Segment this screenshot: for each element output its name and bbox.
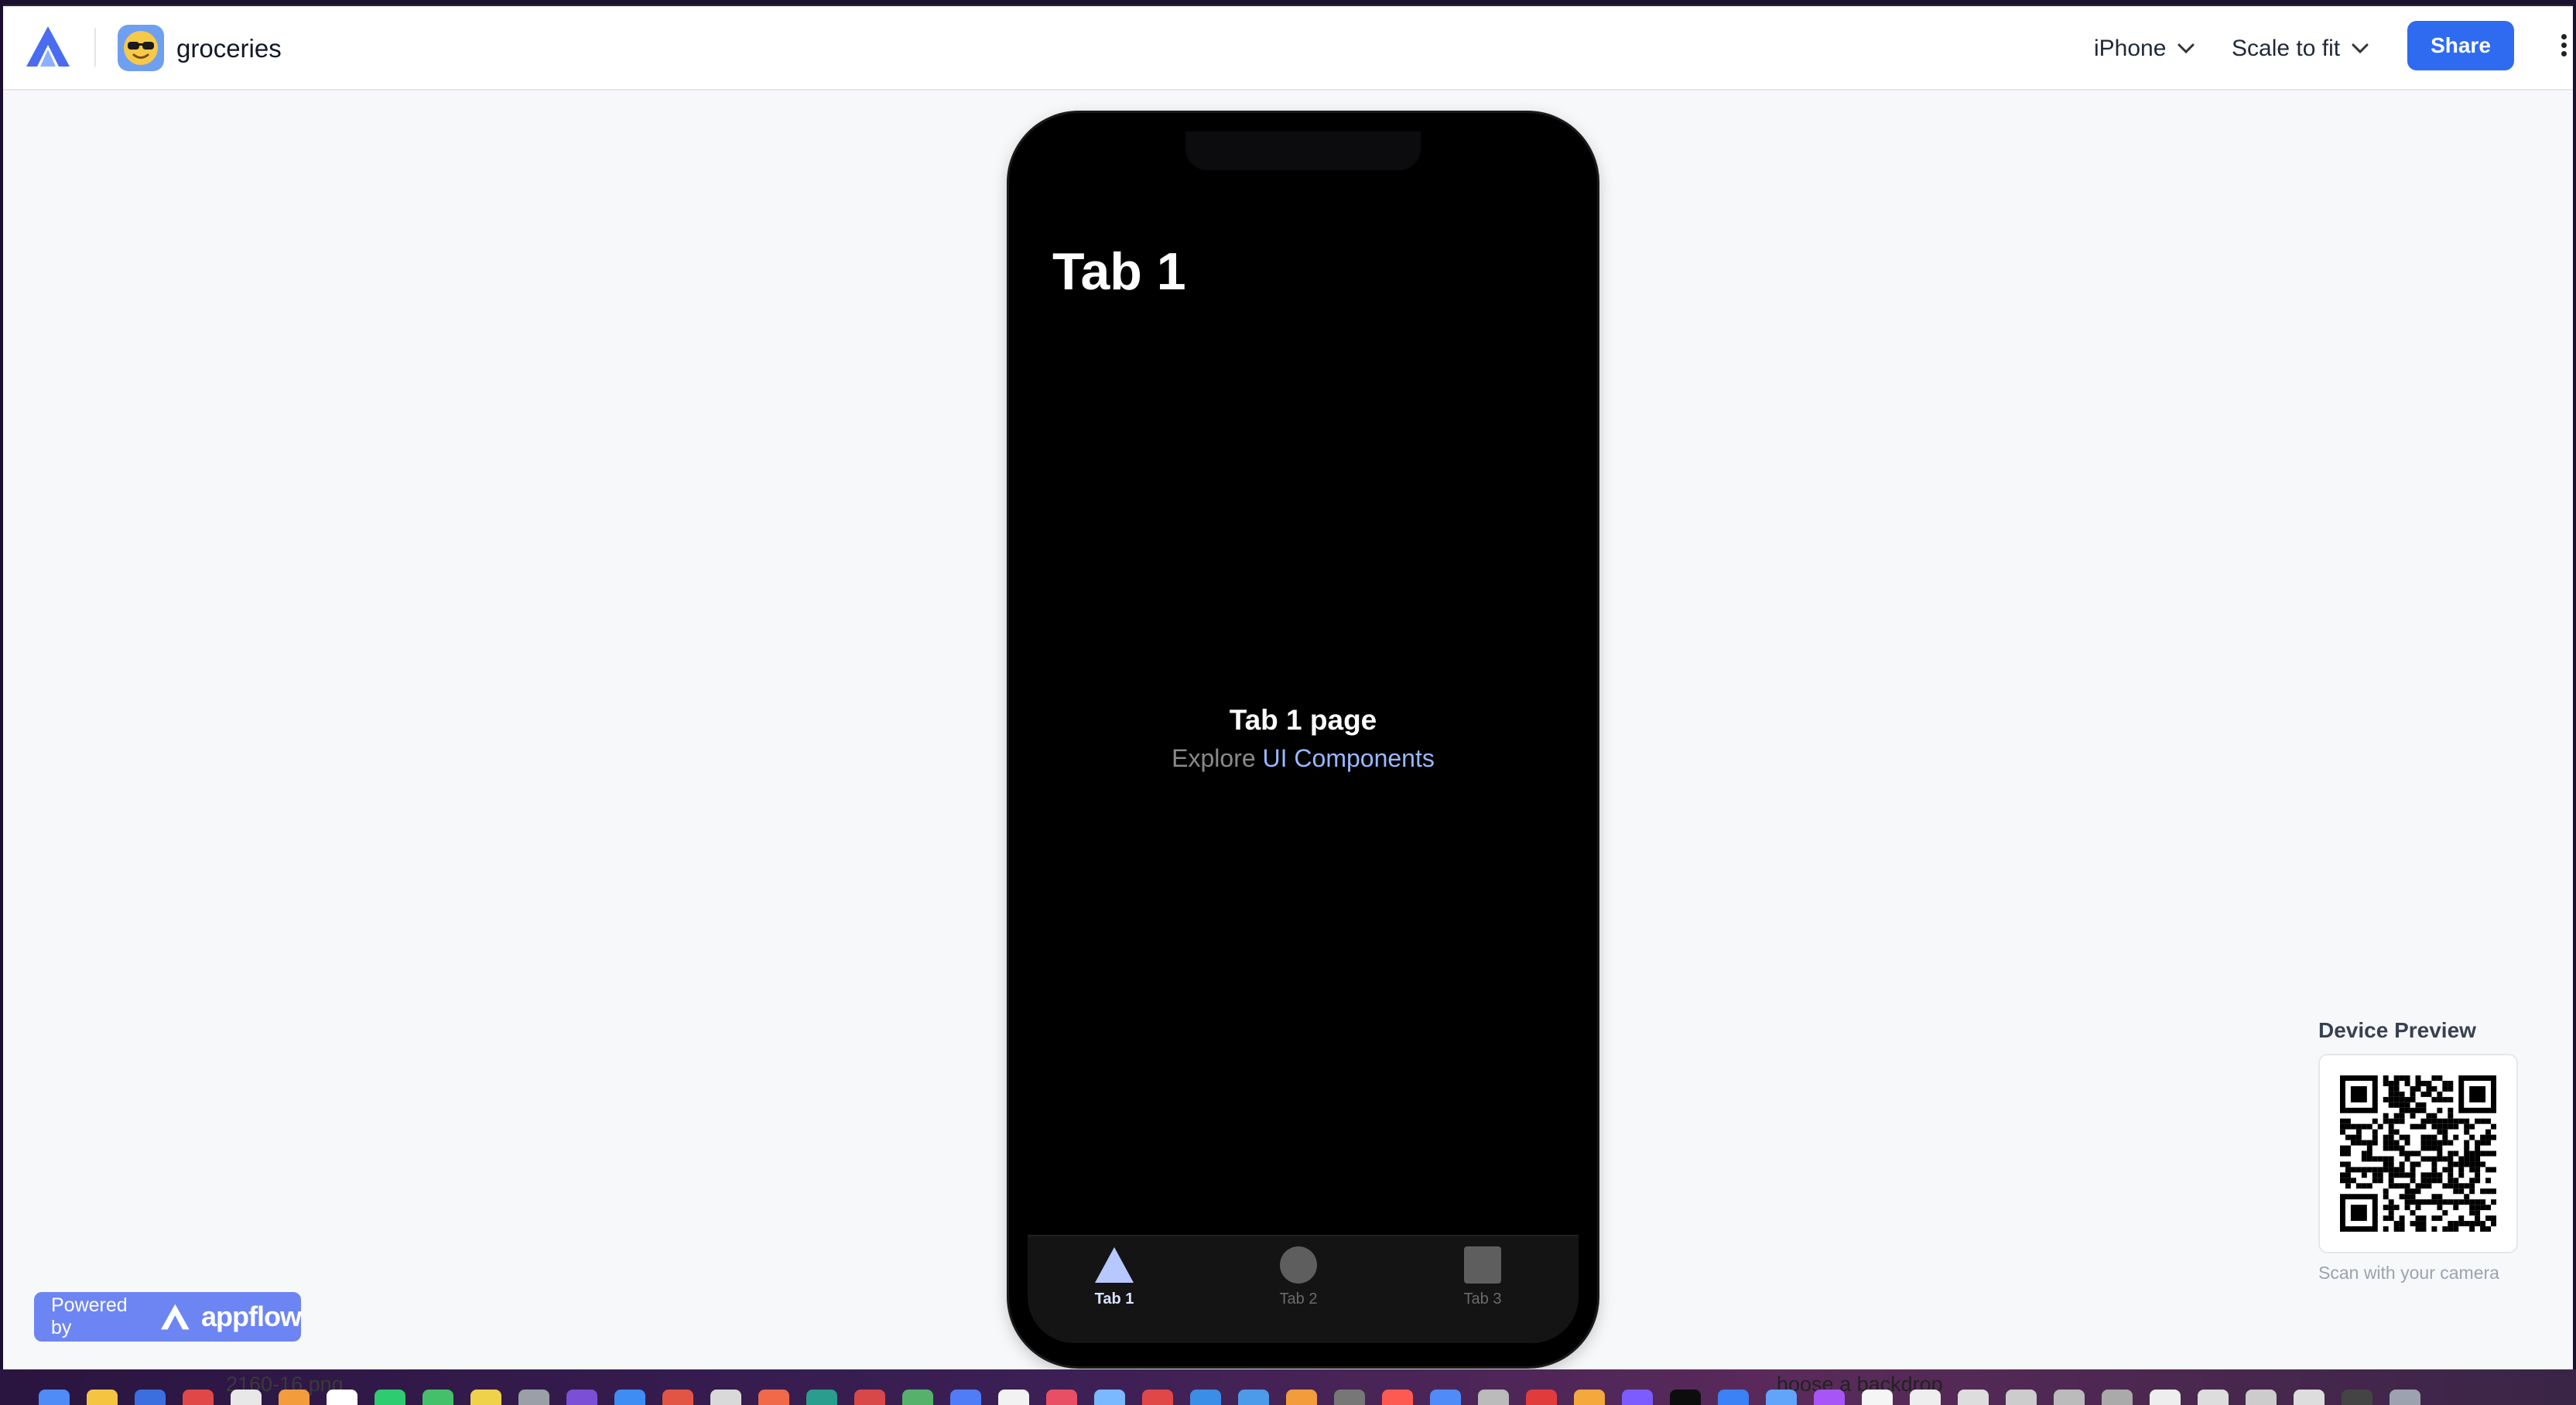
dock-app-icon[interactable] bbox=[806, 1390, 837, 1405]
dock-app-icon[interactable] bbox=[183, 1390, 214, 1405]
dock-app-icon[interactable] bbox=[39, 1390, 70, 1405]
dock-app-icon[interactable] bbox=[998, 1390, 1029, 1405]
dock-app-icon[interactable] bbox=[950, 1390, 981, 1405]
dock-app-icon[interactable] bbox=[518, 1390, 549, 1405]
dock-app-icon[interactable] bbox=[375, 1390, 405, 1405]
circle-icon bbox=[1280, 1246, 1317, 1284]
powered-by-badge[interactable]: Powered by appflow bbox=[34, 1292, 302, 1342]
dock-strip: 2160-16.png hoose a backdrop bbox=[0, 1369, 2576, 1405]
powered-by-prefix: Powered by bbox=[51, 1294, 128, 1338]
dock-app-icon[interactable] bbox=[566, 1390, 597, 1405]
screen-title: Tab 1 bbox=[1052, 242, 1186, 301]
dock-app-icon[interactable] bbox=[1910, 1390, 1941, 1405]
device-preview-caption: Scan with your camera bbox=[2318, 1263, 2499, 1283]
qr-code-icon bbox=[2340, 1075, 2496, 1232]
dock-app-icon[interactable] bbox=[1622, 1390, 1653, 1405]
dock-app-icon[interactable] bbox=[662, 1390, 693, 1405]
dock-app-icon[interactable] bbox=[614, 1390, 645, 1405]
dock-app-icon[interactable] bbox=[1958, 1390, 1989, 1405]
dock-app-icon[interactable] bbox=[1238, 1390, 1269, 1405]
dock-app-icon[interactable] bbox=[1190, 1390, 1221, 1405]
dock-app-icon[interactable] bbox=[1334, 1390, 1365, 1405]
more-options-icon[interactable] bbox=[2561, 34, 2569, 62]
powered-by-brand: appflow bbox=[201, 1301, 302, 1332]
scale-select[interactable]: Scale to fit bbox=[2232, 36, 2369, 62]
app-name: groceries bbox=[176, 34, 282, 63]
square-icon bbox=[1464, 1246, 1501, 1284]
dock-icons bbox=[39, 1390, 2420, 1405]
dock-app-icon[interactable] bbox=[1670, 1390, 1701, 1405]
scale-select-label: Scale to fit bbox=[2232, 36, 2341, 61]
dock-app-icon[interactable] bbox=[1766, 1390, 1797, 1405]
tab-bar: Tab 1 Tab 2 Tab 3 bbox=[1028, 1235, 1579, 1343]
dock-app-icon[interactable] bbox=[1862, 1390, 1893, 1405]
chevron-down-icon bbox=[2177, 43, 2195, 54]
page-subtitle: Explore UI Components bbox=[1009, 744, 1597, 773]
dock-app-icon[interactable] bbox=[2294, 1390, 2325, 1405]
dock-app-icon[interactable] bbox=[1814, 1390, 1845, 1405]
phone-notch bbox=[1185, 132, 1421, 170]
dock-app-icon[interactable] bbox=[2342, 1390, 2372, 1405]
dock-app-icon[interactable] bbox=[2390, 1390, 2420, 1405]
top-bar: groceries iPhone Scale to fit Share bbox=[3, 6, 2573, 91]
page-heading: Tab 1 page bbox=[1229, 704, 1377, 736]
dock-app-icon[interactable] bbox=[902, 1390, 933, 1405]
dock-app-icon[interactable] bbox=[2150, 1390, 2181, 1405]
browser-window: groceries iPhone Scale to fit Share Tab … bbox=[3, 5, 2573, 1371]
dock-app-icon[interactable] bbox=[758, 1390, 789, 1405]
dock-app-icon[interactable] bbox=[1382, 1390, 1413, 1405]
triangle-icon bbox=[1095, 1247, 1134, 1283]
dock-app-icon[interactable] bbox=[2198, 1390, 2229, 1405]
device-select[interactable]: iPhone bbox=[2094, 36, 2195, 62]
tab-2-label: Tab 2 bbox=[1279, 1290, 1318, 1308]
dock-app-icon[interactable] bbox=[1046, 1390, 1077, 1405]
tab-3-label: Tab 3 bbox=[1463, 1290, 1502, 1308]
dock-app-icon[interactable] bbox=[1142, 1390, 1173, 1405]
tab-1[interactable]: Tab 1 bbox=[1068, 1246, 1161, 1308]
dock-app-icon[interactable] bbox=[279, 1390, 310, 1405]
appflow-logo-icon bbox=[161, 1304, 190, 1330]
dock-app-icon[interactable] bbox=[2246, 1390, 2277, 1405]
tab-1-label: Tab 1 bbox=[1094, 1290, 1134, 1308]
dock-app-icon[interactable] bbox=[1526, 1390, 1557, 1405]
dock-app-icon[interactable] bbox=[1094, 1390, 1125, 1405]
dock-app-icon[interactable] bbox=[135, 1390, 166, 1405]
ui-components-link[interactable]: UI Components bbox=[1263, 744, 1435, 772]
dock-app-icon[interactable] bbox=[854, 1390, 885, 1405]
dock-app-icon[interactable] bbox=[2102, 1390, 2133, 1405]
dock-app-icon[interactable] bbox=[470, 1390, 501, 1405]
device-select-label: iPhone bbox=[2094, 36, 2167, 61]
dock-app-icon[interactable] bbox=[231, 1390, 262, 1405]
dock-app-icon[interactable] bbox=[2006, 1390, 2037, 1405]
phone-preview: Tab 1 Tab 1 page Explore UI Components T… bbox=[1009, 113, 1597, 1366]
dock-app-icon[interactable] bbox=[710, 1390, 741, 1405]
dock-app-icon[interactable] bbox=[2054, 1390, 2085, 1405]
device-preview-title: Device Preview bbox=[2318, 1018, 2476, 1042]
dock-app-icon[interactable] bbox=[1718, 1390, 1749, 1405]
tab-3[interactable]: Tab 3 bbox=[1436, 1246, 1529, 1308]
dock-app-icon[interactable] bbox=[422, 1390, 453, 1405]
topbar-divider bbox=[94, 28, 96, 67]
chevron-down-icon bbox=[2352, 43, 2369, 54]
dock-app-icon[interactable] bbox=[1430, 1390, 1461, 1405]
dock-app-icon[interactable] bbox=[327, 1390, 357, 1405]
sunglasses-face-icon bbox=[118, 25, 164, 71]
tab-2[interactable]: Tab 2 bbox=[1252, 1246, 1345, 1308]
qr-code-card bbox=[2318, 1054, 2518, 1253]
dock-app-icon[interactable] bbox=[1286, 1390, 1317, 1405]
dock-app-icon[interactable] bbox=[87, 1390, 118, 1405]
dock-app-icon[interactable] bbox=[1574, 1390, 1605, 1405]
dock-app-icon[interactable] bbox=[1478, 1390, 1509, 1405]
page-subtitle-prefix: Explore bbox=[1172, 744, 1256, 772]
share-button[interactable]: Share bbox=[2407, 21, 2514, 70]
appflow-logo-icon[interactable] bbox=[25, 25, 71, 68]
